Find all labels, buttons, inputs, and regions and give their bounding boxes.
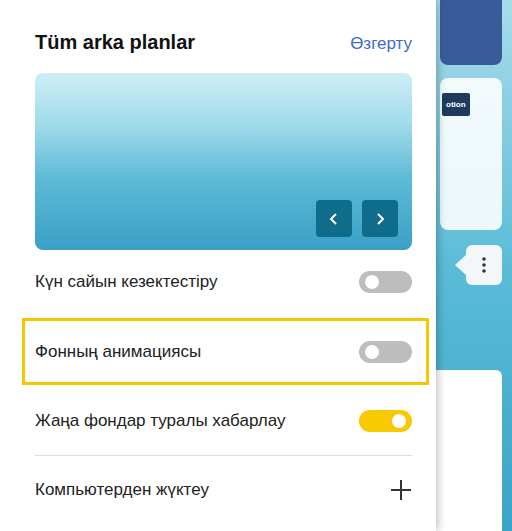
panel-title: Tüm arka planlar: [35, 28, 195, 56]
setting-row: Фонның анимациясы: [22, 318, 429, 385]
setting-row: Күн сайын кезектестіру: [35, 250, 412, 314]
plus-icon: [390, 479, 412, 501]
next-button[interactable]: [362, 200, 398, 237]
setting-label: Фонның анимациясы: [35, 342, 201, 362]
backgrounds-panel: Tüm arka planlar Өзгерту Күн сайын кезекте…: [0, 0, 436, 531]
toggle-knob: [365, 345, 379, 359]
bottom-card: [436, 370, 502, 531]
toggle-switch[interactable]: [359, 341, 412, 363]
popover-pointer: [455, 255, 466, 275]
setting-label: Жаңа фондар туралы хабарлау: [35, 411, 285, 431]
card-button[interactable]: otion: [442, 93, 470, 116]
chevron-left-icon: [328, 212, 340, 226]
setting-label: Күн сайын кезектестіру: [35, 272, 218, 292]
setting-row: Жаңа фондар туралы хабарлау: [35, 389, 412, 453]
change-link[interactable]: Өзгерту: [350, 34, 412, 54]
header-card: [440, 0, 502, 65]
background-area: otion: [436, 0, 512, 531]
toggle-knob: [365, 275, 379, 289]
toggle-switch[interactable]: [359, 410, 412, 432]
settings-list: Күн сайын кезектестіру Фонның анимациясы Ж…: [35, 250, 412, 453]
panel-header: Tüm arka planlar Өзгерту: [35, 28, 412, 56]
toggle-switch[interactable]: [359, 271, 412, 293]
menu-button[interactable]: [466, 245, 502, 285]
chevron-right-icon: [374, 212, 386, 226]
prev-button[interactable]: [316, 200, 352, 237]
upload-row[interactable]: Компьютерден жүктеу: [35, 455, 412, 524]
screen: Tüm arka planlar Өзгерту Күн сайын кезекте…: [0, 0, 512, 531]
upload-label: Компьютерден жүктеу: [35, 480, 209, 500]
content-card: otion: [440, 78, 502, 230]
toggle-knob: [392, 414, 406, 428]
preview-arrows: [316, 200, 398, 237]
more-icon: [482, 257, 486, 273]
background-preview: [35, 73, 412, 250]
